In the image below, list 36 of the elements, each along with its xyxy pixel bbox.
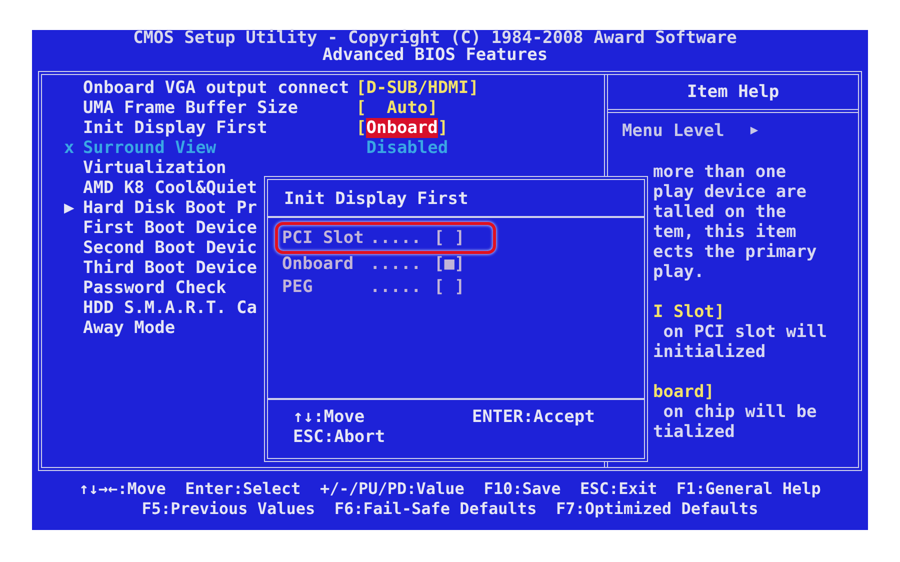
help-text: on PCI slot will [662, 322, 828, 342]
setting-label[interactable]: Onboard VGA output connect [83, 78, 356, 98]
help-title: Item Help [686, 82, 780, 102]
help-text: tem, this item [653, 222, 798, 242]
setting-label: Surround View [83, 138, 218, 158]
help-text: play device are [653, 182, 808, 202]
key-legend: F5:Previous Values F6:Fail-Safe Defaults F7:Optimized Defaults [32, 499, 868, 519]
setting-value[interactable]: [ Auto] [356, 98, 438, 118]
key-hint: ESC:Abort [293, 427, 386, 447]
help-heading: I Slot] [653, 302, 726, 322]
submenu-arrow: ▶ [64, 198, 74, 218]
screen-subtitle: Advanced BIOS Features [321, 46, 549, 65]
popup-option[interactable]: Onboard ..... [■] [279, 251, 496, 277]
setting-label[interactable]: Virtualization [83, 158, 356, 178]
key-legend: ↑↓→←:Move Enter:Select +/-/PU/PD:Value F10:Save ESC:Exit F1:General Help [32, 479, 868, 499]
help-text: talled on the [653, 202, 788, 222]
menu-level-label: Menu Level [622, 121, 724, 141]
key-hint: ↑↓:Move [293, 407, 365, 427]
menu-level-arrow: ▶ [750, 122, 758, 140]
help-heading: board] [653, 382, 716, 402]
disabled-marker: x [64, 138, 74, 158]
setting-label[interactable]: Init Display First [83, 118, 356, 138]
setting-value: Disabled [365, 138, 448, 158]
help-text: play. [653, 262, 706, 282]
setting-label[interactable]: UMA Frame Buffer Size [83, 98, 356, 118]
popup-option[interactable]: PEG ..... [ ] [279, 274, 496, 300]
setting-value[interactable]: [D-SUB/HDMI] [356, 78, 479, 98]
help-text: ects the primary [653, 242, 818, 262]
help-text: initialized [653, 342, 767, 362]
popup-option[interactable]: PCI Slot ..... [ ] [275, 222, 496, 254]
help-text: more than one [653, 162, 788, 182]
help-text: on chip will be [662, 402, 818, 422]
help-text: tialized [653, 422, 736, 442]
popup-title: Init Display First [284, 189, 468, 209]
screen-title: CMOS Setup Utility - Copyright (C) 1984-2008 Award Software [132, 30, 738, 46]
key-hint: ENTER:Accept [472, 407, 595, 427]
